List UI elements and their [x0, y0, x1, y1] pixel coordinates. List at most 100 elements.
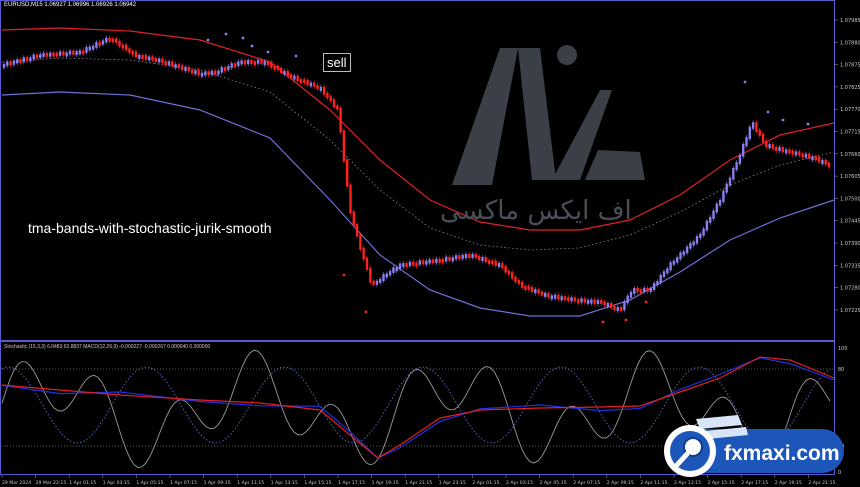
bull-candle: [570, 297, 573, 302]
bull-candle: [692, 241, 695, 246]
price-tick-label: 1.07500: [840, 196, 860, 202]
bear-candle: [9, 61, 12, 66]
price-tick-label: 1.07445: [840, 219, 860, 225]
bull-candle: [784, 149, 788, 154]
buy-signal-dot: [294, 54, 298, 58]
bull-candle: [167, 61, 171, 66]
bear-candle: [197, 70, 200, 76]
bear-candle: [530, 286, 534, 292]
bull-candle: [656, 280, 659, 286]
bull-candle: [550, 295, 553, 300]
bull-candle: [388, 270, 392, 276]
bull-candle: [722, 190, 725, 202]
bear-candle: [19, 59, 22, 64]
bear-candle: [243, 60, 247, 65]
bull-candle: [210, 70, 214, 76]
bear-candle: [547, 292, 550, 298]
bear-candle: [35, 54, 39, 59]
bull-candle: [768, 144, 771, 149]
bear-candle: [639, 289, 643, 294]
buy-signal-dot: [266, 50, 270, 54]
bull-candle: [408, 261, 412, 267]
bear-candle: [128, 48, 131, 53]
bull-candle: [732, 167, 735, 180]
time-tick-label: 2 Apr 03:15: [506, 480, 533, 486]
bull-candle: [6, 61, 9, 66]
bear-candle: [82, 50, 85, 55]
bull-candle: [78, 50, 82, 55]
brand-badge[interactable]: fxmaxi.com: [660, 411, 846, 477]
bear-candle: [306, 80, 309, 86]
time-tick-label: 1 Apr 03:15: [103, 480, 130, 486]
bull-candle: [418, 260, 421, 265]
bull-candle: [481, 256, 484, 261]
bear-candle: [187, 66, 190, 72]
bull-candle: [319, 86, 322, 91]
bear-candle: [62, 51, 65, 56]
bear-candle: [577, 299, 580, 304]
bull-candle: [293, 75, 296, 80]
bear-candle: [108, 37, 111, 42]
bull-candle: [68, 50, 72, 55]
bull-candle: [794, 151, 798, 156]
bull-candle: [174, 64, 177, 69]
bear-candle: [817, 156, 821, 163]
bear-candle: [520, 281, 524, 288]
bull-candle: [629, 291, 633, 298]
bull-candle: [88, 46, 91, 51]
bear-candle: [329, 96, 332, 102]
buy-signal-dot: [206, 38, 210, 42]
bull-candle: [623, 301, 626, 311]
bull-candle: [217, 70, 220, 75]
bear-candle: [540, 291, 544, 296]
bear-candle: [25, 57, 29, 62]
bull-candle: [633, 287, 636, 294]
bear-candle: [600, 300, 603, 305]
bear-candle: [144, 54, 148, 60]
bear-candle: [359, 234, 362, 250]
bull-candle: [705, 220, 709, 231]
bear-candle: [798, 151, 801, 156]
bear-candle: [115, 38, 118, 43]
bull-candle: [240, 60, 243, 65]
bear-candle: [118, 40, 121, 47]
bull-candle: [39, 54, 42, 59]
bear-candle: [771, 144, 775, 149]
bear-candle: [52, 52, 55, 57]
bear-candle: [164, 61, 167, 66]
bull-candle: [685, 246, 689, 254]
buy-signal-dot: [766, 110, 770, 114]
bear-candle: [45, 52, 49, 57]
bull-candle: [256, 59, 260, 64]
bear-candle: [557, 294, 560, 300]
bear-candle: [524, 285, 527, 290]
bull-candle: [748, 126, 751, 140]
bull-candle: [194, 70, 197, 75]
bull-candle: [742, 144, 745, 157]
bull-candle: [247, 60, 250, 65]
price-tick-label: 1.07335: [840, 263, 860, 269]
bull-candle: [382, 274, 385, 281]
bull-candle: [626, 295, 629, 304]
bear-candle: [253, 61, 256, 66]
bear-candle: [55, 52, 58, 57]
bear-candle: [270, 61, 273, 68]
bear-candle: [487, 260, 491, 265]
sell-signal-label[interactable]: sell: [323, 53, 351, 72]
bull-candle: [718, 199, 722, 206]
bear-candle: [161, 58, 164, 64]
bull-candle: [560, 296, 563, 301]
bull-candle: [669, 262, 672, 271]
bear-candle: [181, 65, 184, 71]
bear-candle: [814, 156, 817, 161]
bear-candle: [190, 69, 194, 74]
bear-candle: [781, 147, 784, 153]
price-tick-label: 1.07875: [840, 63, 860, 69]
bear-candle: [177, 64, 181, 69]
bull-candle: [715, 203, 718, 213]
bear-candle: [583, 298, 586, 303]
bull-candle: [42, 52, 45, 57]
time-tick-label: 2 Apr 15:15: [708, 480, 735, 486]
bull-candle: [728, 177, 732, 186]
time-tick-label: 2 Apr 19:15: [775, 480, 802, 486]
